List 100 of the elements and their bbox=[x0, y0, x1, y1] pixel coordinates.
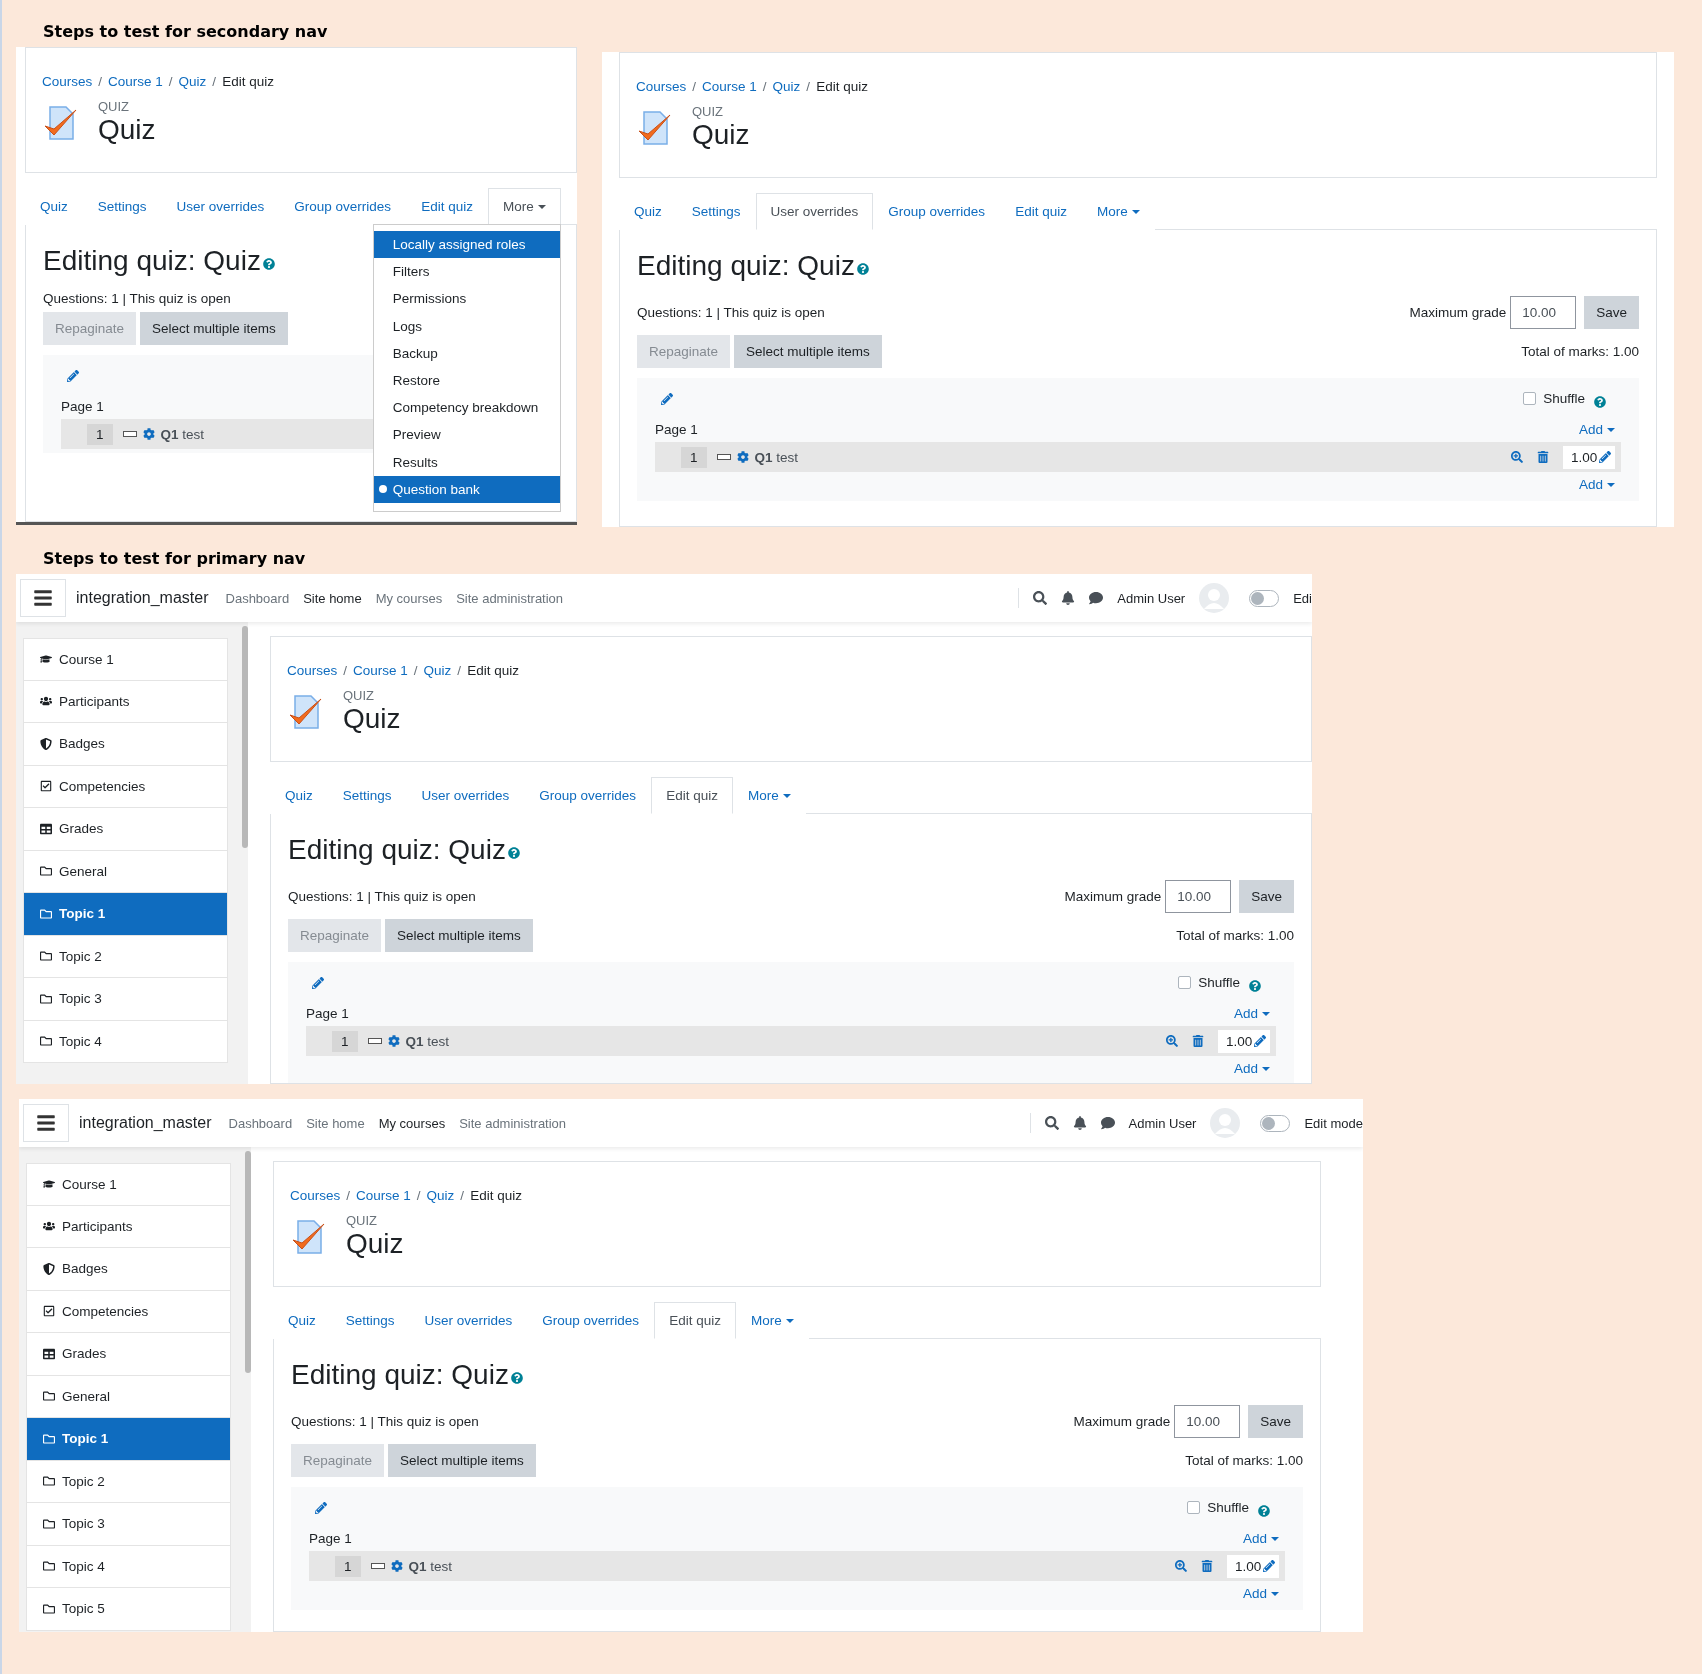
pencil-icon[interactable] bbox=[67, 369, 79, 382]
breadcrumb-link[interactable]: Course 1 bbox=[353, 663, 408, 678]
trash-icon[interactable] bbox=[1201, 1560, 1213, 1572]
breadcrumb-link[interactable]: Edit quiz bbox=[467, 663, 519, 678]
menu-button[interactable] bbox=[20, 579, 66, 617]
nav-link[interactable]: Site home bbox=[303, 590, 362, 606]
nav-link[interactable]: Dashboard bbox=[225, 590, 290, 606]
sidebar-item[interactable]: Participants bbox=[23, 680, 228, 723]
action-button[interactable]: Select multiple items bbox=[385, 919, 533, 952]
breadcrumb-link[interactable]: Courses bbox=[290, 1188, 341, 1203]
pencil-icon[interactable] bbox=[661, 392, 673, 405]
breadcrumb-link[interactable]: Courses bbox=[636, 79, 687, 94]
pencil-icon[interactable] bbox=[312, 976, 324, 989]
user-name[interactable]: Admin User bbox=[1128, 1115, 1197, 1131]
sidebar-item[interactable]: Badges bbox=[26, 1248, 231, 1291]
action-button[interactable]: Select multiple items bbox=[140, 312, 288, 345]
help-icon[interactable] bbox=[507, 847, 520, 859]
trash-icon[interactable] bbox=[1192, 1035, 1204, 1047]
nav-link[interactable]: My courses bbox=[378, 1115, 446, 1131]
nav-link[interactable]: Site administration bbox=[456, 590, 564, 606]
shuffle-checkbox[interactable] bbox=[1187, 1501, 1201, 1514]
edit-mode-toggle[interactable] bbox=[1260, 1114, 1291, 1132]
zoom-in-icon[interactable] bbox=[1511, 451, 1523, 463]
search-icon[interactable] bbox=[1044, 1116, 1059, 1130]
help-icon[interactable] bbox=[262, 258, 275, 270]
scrollbar-thumb[interactable] bbox=[242, 626, 248, 848]
max-grade-field[interactable]: 10.00 bbox=[1174, 1405, 1241, 1438]
zoom-in-icon[interactable] bbox=[1175, 1560, 1187, 1572]
bell-icon[interactable] bbox=[1061, 591, 1076, 605]
nav-link[interactable]: Dashboard bbox=[228, 1115, 293, 1131]
save-button[interactable]: Save bbox=[1248, 1405, 1303, 1438]
breadcrumb-link[interactable]: Course 1 bbox=[356, 1188, 411, 1203]
sidebar-item[interactable]: Topic 2 bbox=[26, 1460, 231, 1503]
sidebar-item[interactable]: Grades bbox=[23, 808, 228, 851]
question-name[interactable]: Q1 test bbox=[754, 449, 1505, 465]
action-button[interactable]: Select multiple items bbox=[388, 1444, 536, 1477]
menu-item[interactable]: Locally assigned roles bbox=[373, 231, 560, 259]
pencil-icon[interactable] bbox=[315, 1501, 327, 1514]
pencil-icon[interactable] bbox=[1263, 1560, 1276, 1572]
sidebar-item[interactable]: Competencies bbox=[26, 1290, 231, 1333]
sidebar-item[interactable]: Course 1 bbox=[23, 638, 228, 681]
sidebar-item[interactable]: Topic 4 bbox=[26, 1545, 231, 1588]
add-link[interactable]: Add bbox=[1578, 422, 1615, 437]
action-button[interactable]: Select multiple items bbox=[734, 335, 882, 368]
sidebar-item[interactable]: General bbox=[26, 1375, 231, 1418]
zoom-in-icon[interactable] bbox=[1166, 1035, 1178, 1047]
max-grade-field[interactable]: 10.00 bbox=[1510, 296, 1577, 329]
sidebar-item[interactable]: Participants bbox=[26, 1205, 231, 1248]
site-name[interactable]: integration_master bbox=[79, 1114, 212, 1132]
shuffle-checkbox[interactable] bbox=[1178, 976, 1192, 989]
shuffle-checkbox[interactable] bbox=[1523, 392, 1537, 405]
trash-icon[interactable] bbox=[1537, 451, 1549, 463]
breadcrumb-link[interactable]: Quiz bbox=[426, 1188, 455, 1203]
add-link[interactable]: Add bbox=[1242, 1531, 1279, 1546]
question-name[interactable]: Q1 test bbox=[408, 1558, 1169, 1574]
sidebar-item[interactable]: Topic 3 bbox=[26, 1503, 231, 1546]
breadcrumb-link[interactable]: Edit quiz bbox=[222, 74, 274, 89]
sidebar-item[interactable]: Topic 4 bbox=[23, 1020, 228, 1063]
breadcrumb-link[interactable]: Courses bbox=[287, 663, 338, 678]
bell-icon[interactable] bbox=[1072, 1116, 1087, 1130]
tab[interactable]: More bbox=[487, 188, 561, 225]
search-icon[interactable] bbox=[1033, 591, 1048, 605]
max-grade-field[interactable]: 10.00 bbox=[1165, 880, 1232, 913]
sidebar-item[interactable]: Topic 1 bbox=[26, 1418, 231, 1461]
menu-icon[interactable] bbox=[36, 1113, 56, 1133]
menu-item[interactable]: Question bank bbox=[373, 475, 560, 503]
breadcrumb-link[interactable]: Quiz bbox=[772, 79, 801, 94]
help-icon[interactable] bbox=[1594, 395, 1606, 408]
add-link[interactable]: Add bbox=[1233, 1006, 1270, 1021]
sidebar-item[interactable]: Topic 3 bbox=[23, 978, 228, 1021]
menu-icon[interactable] bbox=[33, 588, 53, 608]
breadcrumb-link[interactable]: Course 1 bbox=[108, 74, 163, 89]
scrollbar-thumb[interactable] bbox=[245, 1151, 251, 1373]
sidebar-item[interactable]: General bbox=[23, 850, 228, 893]
menu-button[interactable] bbox=[23, 1104, 69, 1142]
sidebar-item[interactable]: Competencies bbox=[23, 765, 228, 808]
user-name[interactable]: Admin User bbox=[1117, 590, 1186, 606]
tab[interactable]: Edit quiz bbox=[654, 1302, 736, 1339]
sidebar-item[interactable]: Grades bbox=[26, 1333, 231, 1376]
add-link[interactable]: Add bbox=[1578, 477, 1615, 492]
save-button[interactable]: Save bbox=[1239, 880, 1294, 913]
help-icon[interactable] bbox=[1249, 979, 1261, 992]
breadcrumb-link[interactable]: Course 1 bbox=[702, 79, 757, 94]
sidebar-item[interactable]: Topic 5 bbox=[26, 1588, 231, 1631]
sidebar-item[interactable]: Topic 1 bbox=[23, 893, 228, 936]
chat-icon[interactable] bbox=[1089, 591, 1104, 605]
breadcrumb-link[interactable]: Edit quiz bbox=[816, 79, 868, 94]
help-icon[interactable] bbox=[1258, 1504, 1270, 1517]
add-link[interactable]: Add bbox=[1242, 1586, 1279, 1601]
chat-icon[interactable] bbox=[1100, 1116, 1115, 1130]
sidebar-item[interactable]: Topic 2 bbox=[23, 935, 228, 978]
question-name[interactable]: Q1 test bbox=[405, 1033, 1160, 1049]
nav-link[interactable]: My courses bbox=[375, 590, 443, 606]
help-icon[interactable] bbox=[856, 263, 869, 275]
breadcrumb-link[interactable]: Quiz bbox=[423, 663, 452, 678]
site-name[interactable]: integration_master bbox=[76, 589, 209, 607]
add-link[interactable]: Add bbox=[1233, 1061, 1270, 1076]
save-button[interactable]: Save bbox=[1584, 296, 1639, 329]
nav-link[interactable]: Site administration bbox=[459, 1115, 567, 1131]
breadcrumb-link[interactable]: Edit quiz bbox=[470, 1188, 522, 1203]
